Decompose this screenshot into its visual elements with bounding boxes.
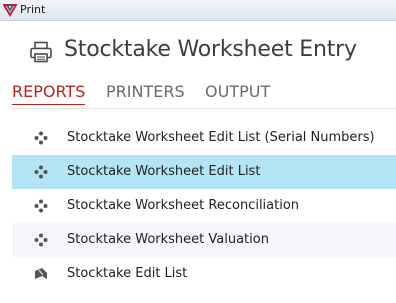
- ribbon-icon: [35, 268, 47, 279]
- dots-icon: [34, 131, 48, 145]
- report-label: Stocktake Worksheet Edit List (Serial Nu…: [67, 130, 375, 145]
- printer-icon: [30, 41, 52, 63]
- report-item[interactable]: Stocktake Worksheet Reconciliation: [12, 189, 396, 223]
- dots-icon: [34, 165, 48, 179]
- dots-icon: [34, 233, 48, 247]
- report-label: Stocktake Worksheet Edit List: [67, 164, 261, 179]
- window-titlebar: Print: [0, 0, 396, 21]
- tab-bar: REPORTS PRINTERS OUTPUT: [0, 82, 396, 108]
- report-item[interactable]: Stocktake Worksheet Valuation: [12, 223, 396, 257]
- report-list: Stocktake Worksheet Edit List (Serial Nu…: [12, 121, 396, 291]
- report-label: Stocktake Edit List: [67, 266, 188, 281]
- tab-reports[interactable]: REPORTS: [12, 82, 86, 105]
- report-label: Stocktake Worksheet Valuation: [67, 232, 269, 247]
- tab-printers[interactable]: PRINTERS: [106, 82, 185, 101]
- report-item[interactable]: Stocktake Edit List: [12, 257, 396, 291]
- dots-icon: [34, 199, 48, 213]
- tab-divider: [12, 108, 396, 109]
- tab-output[interactable]: OUTPUT: [205, 82, 270, 101]
- app-logo-icon: [3, 4, 17, 17]
- report-item[interactable]: Stocktake Worksheet Edit List (Serial Nu…: [12, 121, 396, 155]
- window-title: Print: [20, 3, 46, 16]
- report-label: Stocktake Worksheet Reconciliation: [67, 198, 300, 213]
- page-title: Stocktake Worksheet Entry: [64, 37, 357, 62]
- report-item[interactable]: Stocktake Worksheet Edit List: [12, 155, 396, 189]
